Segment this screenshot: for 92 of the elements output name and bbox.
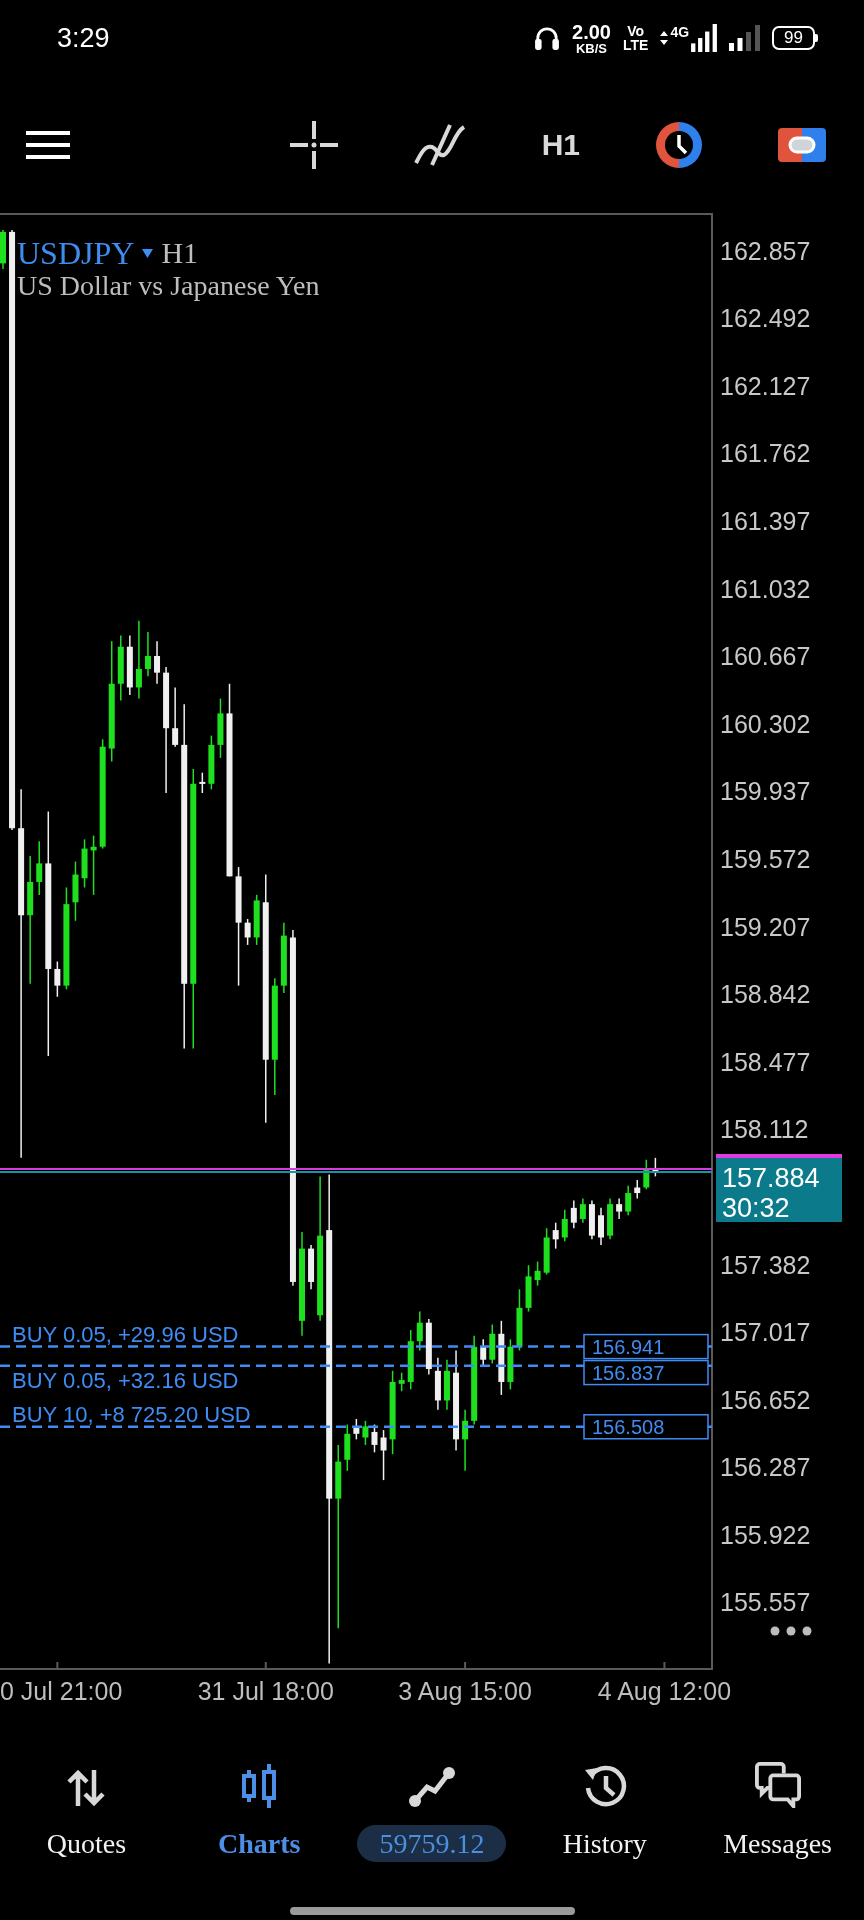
price-axis-label: 158.112	[720, 1115, 809, 1144]
up-down-arrows-icon	[66, 1768, 107, 1808]
signal-icon	[729, 24, 761, 52]
price-axis-label: 158.842	[720, 980, 811, 1009]
chat-bubbles-icon	[753, 1762, 802, 1808]
candlestick	[144, 631, 151, 678]
current-price: 157.884	[722, 1163, 820, 1193]
symbol-description: US Dollar vs Japanese Yen	[17, 270, 320, 302]
candlestick	[416, 1310, 423, 1352]
candlestick	[552, 1221, 559, 1250]
nav-tab[interactable]: 59759.12	[345, 1762, 519, 1862]
order-label: BUY 0.05, +29.96 USD	[12, 1321, 239, 1347]
chart-timeframe: H1	[161, 236, 199, 270]
crosshair-icon	[289, 120, 338, 169]
price-axis-label: 155.557	[720, 1588, 811, 1617]
timeframe-button[interactable]: H1	[541, 127, 580, 162]
price-axis-label: 162.127	[720, 371, 811, 400]
indicators-button[interactable]	[413, 122, 466, 167]
order-label: BUY 0.05, +32.16 USD	[12, 1368, 239, 1394]
candlestick	[371, 1423, 378, 1454]
candlestick	[616, 1197, 623, 1220]
clock-button[interactable]	[656, 121, 702, 168]
battery-level: 99	[772, 26, 818, 50]
candlestick	[54, 960, 61, 998]
price-axis-label: 157.017	[720, 1318, 811, 1347]
price-axis-label: 160.667	[720, 642, 811, 671]
price-axis-label: 159.572	[720, 844, 811, 873]
price-axis-label: 161.032	[720, 574, 811, 603]
candlestick	[570, 1199, 577, 1229]
candlestick	[625, 1184, 632, 1217]
order-price-tag: 156.508	[583, 1414, 709, 1440]
price-axis-label: 161.397	[720, 506, 811, 535]
candlestick	[380, 1429, 387, 1481]
line-chart-icon	[409, 1767, 455, 1807]
candlestick	[534, 1260, 541, 1287]
lte-label: LTE	[623, 38, 649, 52]
candlestick	[172, 686, 179, 748]
curve-icon	[413, 122, 466, 167]
one-click-trading-button[interactable]	[778, 127, 826, 162]
candlestick	[362, 1420, 369, 1446]
speed-unit: KB/S	[576, 41, 608, 55]
candlestick	[199, 771, 206, 794]
price-axis-label: 161.762	[720, 439, 811, 468]
time-axis-label: 4 Aug 12:00	[597, 1677, 732, 1705]
order-price-tag: 156.941	[583, 1333, 709, 1360]
candlestick	[244, 918, 251, 946]
menu-button[interactable]	[26, 130, 70, 159]
candlestick	[579, 1197, 586, 1224]
headphones-icon	[534, 25, 561, 51]
price-axis-label: 157.382	[720, 1250, 811, 1279]
menu-icon	[26, 130, 70, 159]
nav-tab[interactable]: Charts	[172, 1762, 346, 1862]
time-axis-label: 3 Aug 15:00	[398, 1677, 532, 1705]
bar-countdown: 30:32	[722, 1193, 790, 1223]
candlestick	[480, 1338, 487, 1367]
nav-tab[interactable]: Messages	[691, 1762, 864, 1862]
time-axis-label: 31 Jul 18:00	[197, 1677, 334, 1705]
history-icon	[582, 1764, 627, 1808]
nav-tab[interactable]: Quotes	[0, 1762, 173, 1862]
price-axis-label: 156.287	[720, 1453, 811, 1482]
network-type: 4G	[670, 24, 690, 40]
data-arrows-icon	[660, 31, 669, 45]
candlestick	[634, 1179, 641, 1200]
candlestick	[561, 1208, 568, 1242]
more-icon[interactable]	[770, 1626, 812, 1636]
candlestick	[598, 1207, 605, 1246]
candlestick	[154, 640, 161, 685]
candlestick	[398, 1371, 405, 1392]
signal-icon	[691, 24, 718, 52]
price-axis-label: 155.922	[720, 1520, 811, 1549]
symbol-name[interactable]: USDJPY	[17, 236, 135, 270]
clock-icon	[656, 121, 702, 168]
price-axis-label: 156.652	[720, 1385, 811, 1414]
price-axis-label: 158.477	[720, 1047, 811, 1076]
order-price-tag: 156.837	[583, 1359, 709, 1386]
candlestick	[462, 1408, 469, 1472]
nav-tab[interactable]: History	[518, 1762, 692, 1862]
time-axis-label: 0 Jul 21:00	[0, 1677, 123, 1705]
switch-icon	[778, 127, 826, 162]
candlestick	[135, 620, 142, 700]
volte-label: Vo	[627, 24, 645, 38]
price-axis-label: 160.302	[720, 709, 811, 738]
price-axis-label: 162.492	[720, 304, 811, 333]
caret-icon[interactable]	[142, 248, 154, 258]
network-speed: 2.00	[572, 21, 611, 42]
order-label: BUY 10, +8 725.20 USD	[12, 1401, 251, 1427]
price-axis-label: 159.937	[720, 777, 811, 806]
price-axis-label: 159.207	[720, 912, 811, 941]
crosshair-button[interactable]	[289, 120, 338, 169]
candlestick	[36, 840, 43, 896]
clock-time: 3:29	[57, 22, 110, 54]
price-axis-label: 162.857	[720, 236, 811, 265]
